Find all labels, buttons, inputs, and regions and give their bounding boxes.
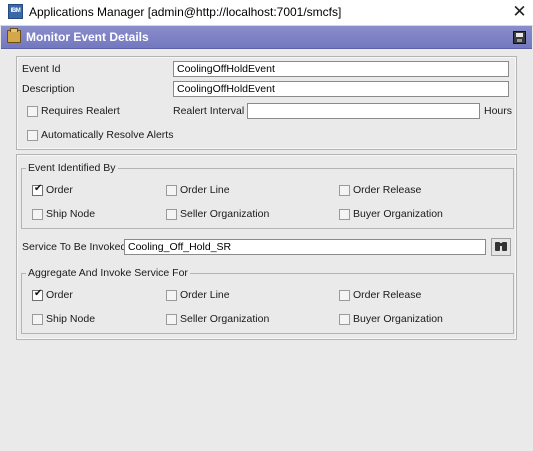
service-label: Service To Be Invoked — [22, 241, 127, 253]
aggregate-buyer-org-label: Buyer Organization — [353, 313, 443, 325]
aggregate-seller-org-checkbox[interactable] — [166, 314, 177, 325]
check-icon: ✔ — [34, 288, 43, 299]
window-title-bar: IBM Applications Manager [admin@http://l… — [0, 0, 533, 26]
close-button[interactable]: ✕ — [506, 0, 533, 24]
identified-ship-node-label: Ship Node — [46, 208, 96, 220]
ibm-app-icon: IBM — [8, 4, 23, 19]
aggregate-title: Aggregate And Invoke Service For — [26, 267, 190, 279]
save-icon[interactable] — [513, 31, 526, 44]
realert-interval-label: Realert Interval — [173, 105, 245, 117]
requires-realert-checkbox[interactable] — [27, 106, 38, 117]
service-lookup-button[interactable] — [491, 238, 511, 256]
description-label: Description — [22, 83, 75, 95]
briefcase-icon — [7, 28, 21, 43]
identified-order-line-label: Order Line — [180, 184, 230, 196]
aggregate-order-label: Order — [46, 289, 73, 301]
identified-order-line-checkbox[interactable] — [166, 185, 177, 196]
identified-buyer-org-label: Buyer Organization — [353, 208, 443, 220]
hours-label: Hours — [484, 105, 513, 117]
identified-ship-node-checkbox[interactable] — [32, 209, 43, 220]
panel-title: Monitor Event Details — [26, 30, 149, 44]
aggregate-order-line-label: Order Line — [180, 289, 230, 301]
identified-order-release-label: Order Release — [353, 184, 422, 196]
identified-seller-org-label: Seller Organization — [180, 208, 270, 220]
identified-buyer-org-checkbox[interactable] — [339, 209, 350, 220]
aggregate-order-release-checkbox[interactable] — [339, 290, 350, 301]
window-title: Applications Manager [admin@http://local… — [29, 5, 342, 19]
panel-header: Monitor Event Details — [1, 26, 532, 49]
check-icon: ✔ — [34, 183, 43, 194]
description-field[interactable] — [173, 81, 509, 97]
auto-resolve-checkbox[interactable] — [27, 130, 38, 141]
event-id-field[interactable] — [173, 61, 509, 77]
identified-seller-org-checkbox[interactable] — [166, 209, 177, 220]
realert-interval-field[interactable] — [247, 103, 480, 119]
aggregate-order-release-label: Order Release — [353, 289, 422, 301]
event-identified-by-title: Event Identified By — [26, 162, 118, 174]
aggregate-ship-node-checkbox[interactable] — [32, 314, 43, 325]
aggregate-ship-node-label: Ship Node — [46, 313, 96, 325]
requires-realert-label: Requires Realert — [41, 105, 120, 117]
identified-order-label: Order — [46, 184, 73, 196]
service-field[interactable] — [124, 239, 486, 255]
auto-resolve-label: Automatically Resolve Alerts — [41, 129, 174, 141]
aggregate-buyer-org-checkbox[interactable] — [339, 314, 350, 325]
identified-order-release-checkbox[interactable] — [339, 185, 350, 196]
event-id-label: Event Id — [22, 63, 61, 75]
aggregate-seller-org-label: Seller Organization — [180, 313, 270, 325]
aggregate-order-checkbox[interactable]: ✔ — [32, 288, 43, 301]
identified-order-checkbox[interactable]: ✔ — [32, 183, 43, 196]
aggregate-order-line-checkbox[interactable] — [166, 290, 177, 301]
